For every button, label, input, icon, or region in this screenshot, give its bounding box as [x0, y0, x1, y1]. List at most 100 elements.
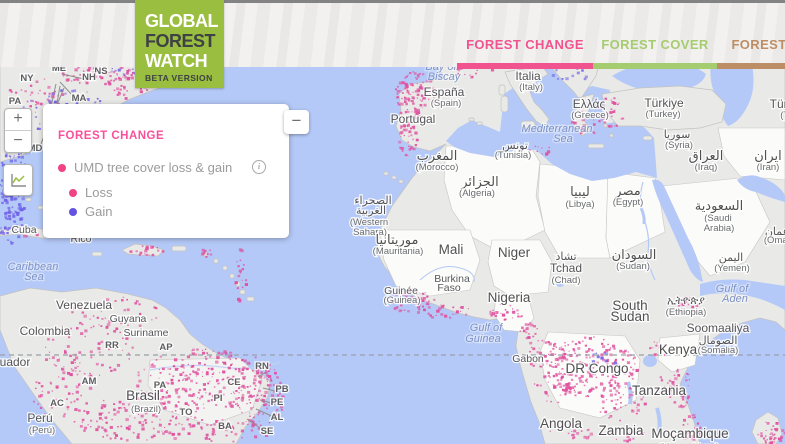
jamaica-island	[91, 251, 103, 257]
map-label: Cuba	[11, 224, 36, 236]
map-label: Colombia	[20, 324, 71, 338]
logo-line-watch: WATCH	[145, 51, 208, 71]
map-label: (Yemen)	[714, 263, 750, 274]
loss-dot-icon	[69, 188, 77, 197]
map-label: (Tunisia)	[495, 150, 532, 161]
map-label: Niger	[498, 245, 531, 260]
map-label: Portugal	[391, 112, 436, 126]
legend-item-gain: Gain	[69, 204, 112, 219]
loss-dot-icon	[58, 163, 66, 172]
map-label: RR	[105, 340, 119, 351]
tab-forest-change[interactable]: FOREST CHANGE	[457, 37, 593, 52]
map-label: Italia	[515, 69, 541, 83]
tab-forest-cover[interactable]: FOREST COVER	[593, 37, 717, 52]
map-label: Tanzania	[632, 383, 687, 398]
map-label: Gabon	[512, 353, 544, 365]
map-label: Türkiye	[644, 96, 684, 110]
map-label: PA	[9, 96, 22, 107]
map-label: الغربية	[356, 204, 386, 217]
map-label: España	[424, 85, 465, 99]
cyprus	[642, 135, 653, 141]
map-label: NS	[94, 66, 107, 77]
map-label: Aden	[721, 293, 748, 305]
map-label: AP	[159, 342, 173, 353]
gfw-logo[interactable]: GLOBAL FOREST WATCH BETA VERSION	[135, 0, 224, 88]
map-label: Biscay	[428, 71, 462, 83]
map-label: ليبيا	[570, 185, 590, 200]
analysis-chart-button[interactable]	[3, 164, 33, 196]
logo-line-global: GLOBAL	[145, 11, 219, 31]
map-label: (Egypt)	[613, 197, 644, 208]
legend-loss-label: Loss	[85, 185, 113, 200]
puerto-rico-island	[171, 245, 187, 252]
tabbar-forest-change	[457, 63, 593, 69]
legend-title: FOREST CHANGE	[58, 130, 165, 142]
map-label: Moçambique	[651, 426, 728, 441]
logo-line-forest: FOREST	[145, 31, 216, 51]
map-label: (Sudan)	[616, 261, 650, 272]
info-icon[interactable]: i	[252, 160, 266, 174]
map-label: (Italy)	[519, 82, 543, 93]
map-label: Perú	[27, 411, 52, 425]
map-label: NY	[20, 73, 34, 84]
map-label: Mali	[439, 242, 464, 257]
map-label: AC	[50, 398, 64, 409]
map-label: Nigeria	[488, 290, 531, 305]
legend-panel: FOREST CHANGE UMD tree cover loss & gain…	[43, 104, 289, 238]
map-label: Kenya	[659, 342, 698, 357]
map-label: Tchad	[550, 261, 582, 275]
tabbar-forest-use	[717, 63, 785, 69]
map-label: Venezuela	[56, 298, 112, 312]
map-label: Soomaaliya	[687, 321, 750, 335]
map-label: Brasil	[126, 388, 160, 403]
map-label: (Iraq)	[695, 162, 718, 173]
map-label: BA	[218, 421, 232, 432]
zoom-out-button[interactable]: −	[5, 131, 31, 152]
map-label: Türkmenistan	[770, 97, 785, 111]
map-label: Faso	[437, 282, 461, 294]
line-chart-icon	[10, 173, 26, 187]
map-label: (Oman)	[764, 235, 785, 246]
map-label: (Algeria)	[459, 188, 495, 199]
map-label: (Morocco)	[416, 162, 459, 173]
map-label: Zambia	[598, 423, 644, 438]
map-label: (Spain)	[431, 98, 462, 109]
map-label: (Greece)	[571, 110, 608, 121]
map-label: Guyana	[110, 313, 147, 325]
global-forest-watch-app: ME NS NY NH MA PA MD Cuba Rico Caribbean Sea Venezu…	[0, 0, 785, 444]
map-label: ኢትዮጵያ	[667, 294, 705, 307]
map-label: Suriname	[124, 327, 169, 339]
map-label: TO	[179, 407, 192, 418]
map-label: SE	[261, 426, 274, 437]
map-label: Sudan	[610, 309, 649, 324]
map-label: السعودية	[695, 199, 744, 214]
corsica	[498, 84, 506, 96]
map-label: MA	[72, 93, 87, 104]
legend-layer-row[interactable]: UMD tree cover loss & gain	[58, 160, 232, 175]
zoom-in-button[interactable]: +	[5, 109, 31, 131]
top-header	[0, 0, 785, 67]
map-label: (Turkey)	[645, 109, 680, 120]
map-label: Arabia)	[704, 223, 735, 234]
map-label: (Libya)	[565, 199, 594, 210]
map-label: (Chad)	[551, 275, 580, 286]
map-label: AL	[271, 412, 284, 423]
map-label: PB	[275, 384, 288, 395]
map-label: Angola	[540, 416, 583, 431]
zoom-control: + −	[4, 108, 32, 153]
map-label: (Somalia)	[698, 345, 739, 356]
map-label: Sea	[553, 133, 573, 145]
map-label: (Brazil)	[131, 404, 161, 415]
map-label: (Ethiopia)	[666, 307, 707, 318]
gain-dot-icon	[69, 207, 77, 216]
legend-layer-label: UMD tree cover loss & gain	[74, 160, 233, 175]
map-label: (Guinea)	[384, 295, 421, 306]
legend-collapse-button[interactable]: −	[284, 110, 309, 134]
map-label: RN	[255, 361, 269, 372]
map-label: PI	[214, 393, 223, 404]
map-label: PE	[271, 397, 284, 408]
map-label: DR Congo	[565, 361, 628, 376]
map-label: Guinea	[465, 333, 500, 345]
map-label: (Turkmenistan)	[780, 110, 785, 121]
tab-forest-use[interactable]: FOREST USE	[717, 37, 785, 52]
